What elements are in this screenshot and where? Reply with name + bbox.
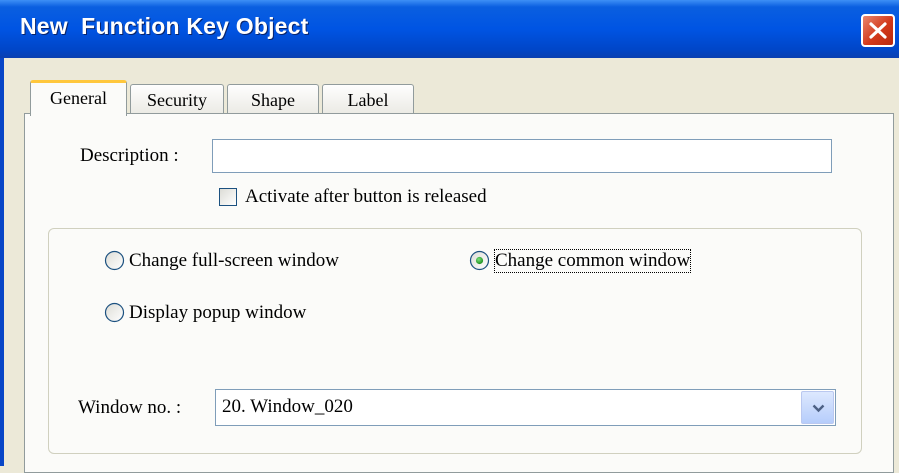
tab-general[interactable]: General bbox=[30, 80, 127, 116]
window-no-select[interactable]: 20. Window_020 bbox=[215, 389, 836, 426]
close-button[interactable] bbox=[861, 14, 895, 47]
window-title: New Function Key Object bbox=[20, 13, 309, 39]
radio-change-full-screen-window[interactable] bbox=[104, 250, 125, 271]
chevron-down-icon bbox=[812, 404, 825, 413]
tab-label[interactable]: Label bbox=[322, 84, 414, 114]
description-label: Description : bbox=[80, 145, 179, 166]
radio-label-change-common-window: Change common window bbox=[493, 249, 692, 273]
title-bar[interactable]: New Function Key Object bbox=[0, 0, 899, 58]
description-input[interactable] bbox=[212, 139, 832, 173]
tab-security[interactable]: Security bbox=[130, 84, 224, 114]
window-border bbox=[0, 58, 4, 466]
radio-change-common-window[interactable] bbox=[469, 250, 490, 271]
radio-display-popup-window[interactable] bbox=[104, 302, 125, 323]
activate-after-release-label: Activate after button is released bbox=[245, 186, 487, 207]
close-icon bbox=[869, 22, 887, 39]
window-no-value: 20. Window_020 bbox=[222, 396, 353, 417]
window-no-dropdown-button[interactable] bbox=[801, 391, 834, 424]
radio-label-display-popup-window: Display popup window bbox=[129, 302, 307, 323]
activate-after-release-checkbox[interactable] bbox=[219, 188, 237, 206]
tab-shape[interactable]: Shape bbox=[227, 84, 319, 114]
radio-label-change-full-screen-window: Change full-screen window bbox=[129, 250, 339, 271]
window-no-label: Window no. : bbox=[78, 397, 182, 418]
